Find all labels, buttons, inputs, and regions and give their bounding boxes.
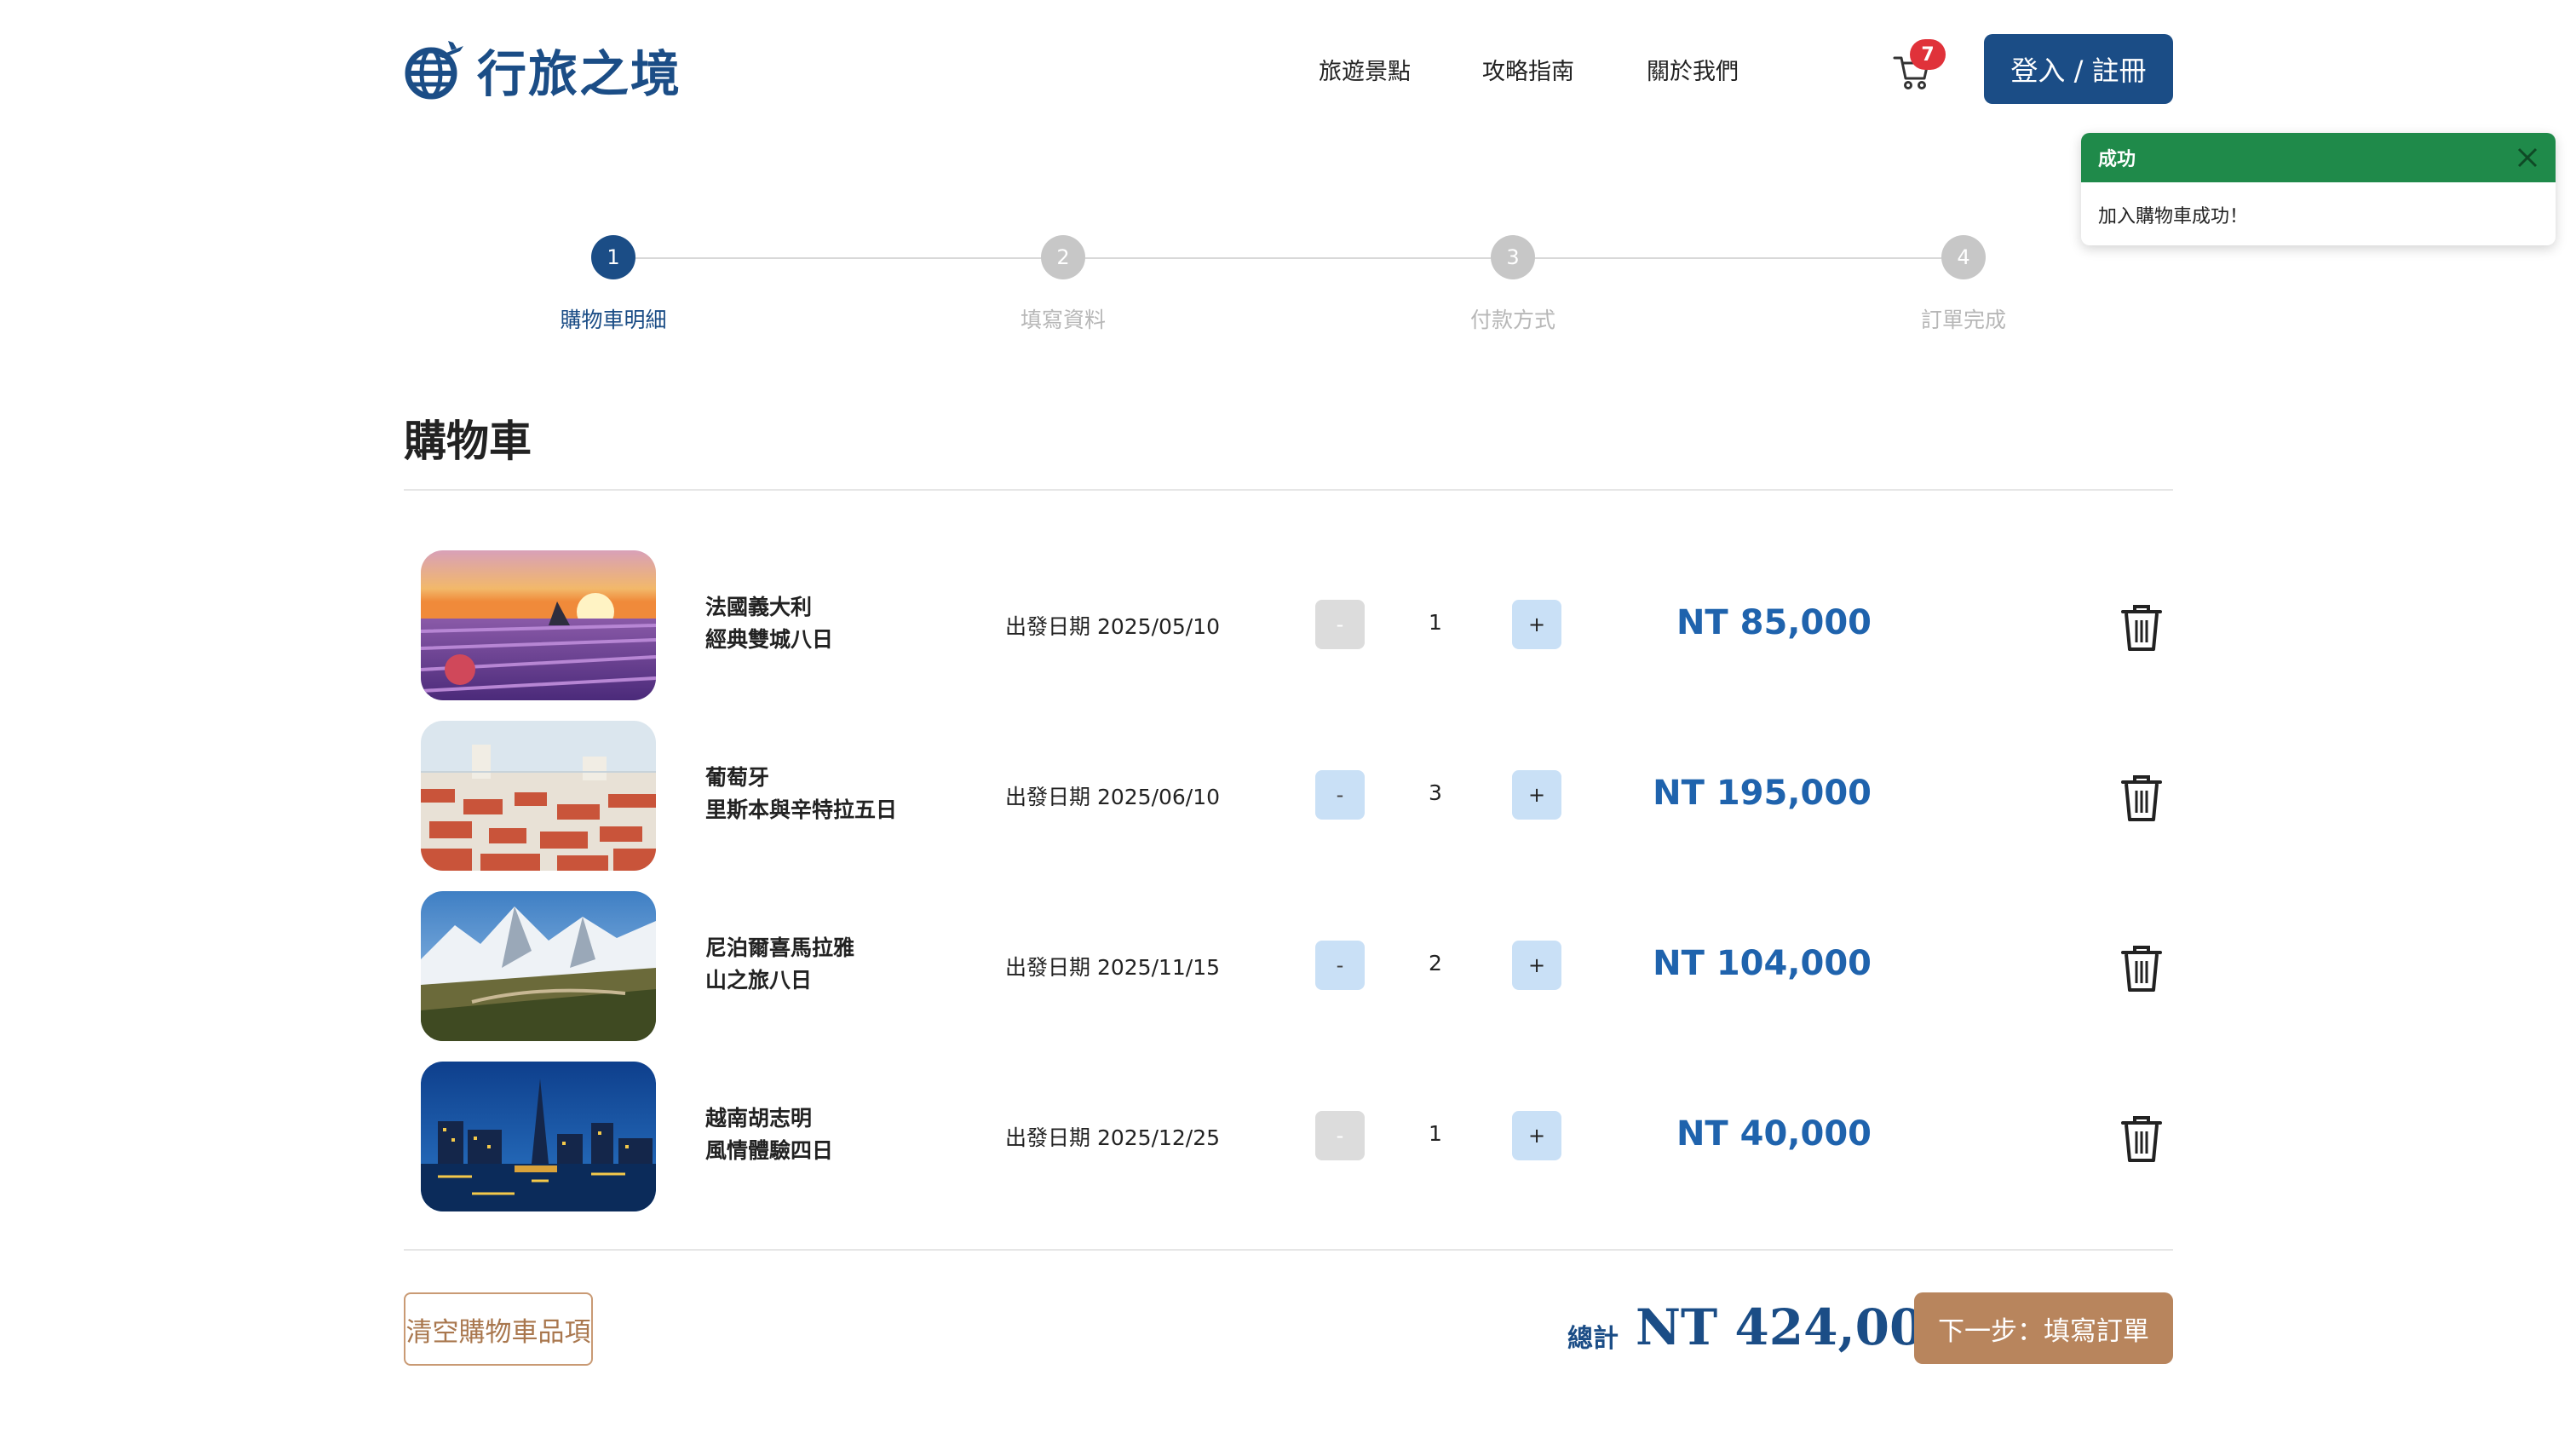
nav-about[interactable]: 關於我們	[1647, 53, 1739, 86]
tour-name-line2: 里斯本與辛特拉五日	[705, 797, 898, 822]
success-toast: 成功 加入購物車成功！	[2081, 133, 2556, 245]
divider-top	[404, 489, 2173, 491]
decrease-qty-button[interactable]: -	[1315, 600, 1365, 649]
quantity-value: 1	[1429, 1121, 1442, 1146]
login-register-button[interactable]: 登入 / 註冊	[1984, 34, 2173, 104]
tour-name-line1: 越南胡志明	[705, 1106, 813, 1131]
step-progress-line	[613, 257, 1964, 259]
quantity-value: 3	[1429, 780, 1442, 805]
tour-name[interactable]: 越南胡志明 風情體驗四日	[705, 1102, 833, 1167]
cart-item: 越南胡志明 風情體驗四日 出發日期 2025/12/25 - 1 + NT 40…	[404, 1062, 2173, 1211]
step-1-label: 購物車明細	[560, 308, 667, 332]
item-price: NT 195,000	[1653, 774, 1872, 813]
tour-name-line2: 風情體驗四日	[705, 1138, 834, 1163]
trash-icon[interactable]	[2118, 772, 2165, 823]
step-4-label: 訂單完成	[1920, 308, 2006, 332]
cart-item: 法國義大利 經典雙城八日 出發日期 2025/05/10 - 1 + NT 85…	[404, 550, 2173, 700]
departure-date: 出發日期 2025/05/10	[1005, 614, 1221, 639]
total-amount: NT 424,000	[1636, 1298, 1958, 1356]
tour-name[interactable]: 尼泊爾喜馬拉雅 山之旅八日	[705, 932, 854, 997]
nav-attractions[interactable]: 旅遊景點	[1319, 53, 1411, 86]
step-2-dot: 2	[1041, 235, 1085, 279]
cart-item: 尼泊爾喜馬拉雅 山之旅八日 出發日期 2025/11/15 - 2 + NT 1…	[404, 891, 2173, 1041]
close-icon[interactable]	[2513, 143, 2542, 172]
trash-icon[interactable]	[2118, 1113, 2165, 1164]
tour-image-himalaya	[421, 891, 656, 1041]
toast-header: 成功	[2081, 133, 2556, 182]
departure-date: 出發日期 2025/06/10	[1005, 785, 1221, 809]
trash-icon[interactable]	[2118, 601, 2165, 653]
clear-cart-button[interactable]: 清空購物車品項	[404, 1292, 593, 1366]
tour-name-line2: 經典雙城八日	[705, 627, 834, 652]
departure-date: 出發日期 2025/11/15	[1005, 955, 1221, 980]
page-title: 購物車	[404, 416, 532, 466]
decrease-qty-button[interactable]: -	[1315, 770, 1365, 820]
step-3-label: 付款方式	[1469, 308, 1555, 332]
logo-text: 行旅之境	[477, 45, 682, 103]
increase-qty-button[interactable]: +	[1512, 1111, 1561, 1160]
step-2-label: 填寫資料	[1020, 308, 1106, 332]
total-label: 總計	[1567, 1324, 1619, 1354]
divider-bottom	[404, 1249, 2173, 1251]
globe-plane-icon	[405, 41, 463, 100]
tour-name[interactable]: 葡萄牙 里斯本與辛特拉五日	[705, 762, 897, 826]
tour-image-lisbon	[421, 721, 656, 871]
increase-qty-button[interactable]: +	[1512, 941, 1561, 990]
next-step-button[interactable]: 下一步：填寫訂單	[1914, 1292, 2173, 1364]
increase-qty-button[interactable]: +	[1512, 600, 1561, 649]
item-price: NT 104,000	[1653, 944, 1872, 983]
step-4-dot: 4	[1941, 235, 1986, 279]
increase-qty-button[interactable]: +	[1512, 770, 1561, 820]
tour-name[interactable]: 法國義大利 經典雙城八日	[705, 591, 833, 656]
cart-item: 葡萄牙 里斯本與辛特拉五日 出發日期 2025/06/10 - 3 + NT 1…	[404, 721, 2173, 871]
cart-count-badge: 7	[1910, 39, 1946, 70]
departure-date: 出發日期 2025/12/25	[1005, 1125, 1221, 1150]
step-1-dot: 1	[591, 235, 635, 279]
decrease-qty-button[interactable]: -	[1315, 941, 1365, 990]
step-3-dot: 3	[1491, 235, 1535, 279]
quantity-value: 1	[1429, 610, 1442, 635]
site-logo[interactable]: 行旅之境	[404, 34, 681, 106]
toast-title: 成功	[2098, 149, 2136, 170]
tour-name-line1: 葡萄牙	[705, 765, 770, 790]
quantity-value: 2	[1429, 951, 1442, 975]
tour-image-saigon	[421, 1062, 656, 1211]
nav-guides[interactable]: 攻略指南	[1482, 53, 1574, 86]
toast-message: 加入購物車成功！	[2098, 206, 2249, 227]
decrease-qty-button[interactable]: -	[1315, 1111, 1365, 1160]
item-price: NT 85,000	[1676, 603, 1872, 642]
tour-name-line1: 法國義大利	[705, 595, 813, 619]
tour-name-line1: 尼泊爾喜馬拉雅	[705, 935, 855, 960]
trash-icon[interactable]	[2118, 942, 2165, 993]
tour-name-line2: 山之旅八日	[705, 968, 813, 993]
tour-image-lavender	[421, 550, 656, 700]
item-price: NT 40,000	[1676, 1114, 1872, 1154]
